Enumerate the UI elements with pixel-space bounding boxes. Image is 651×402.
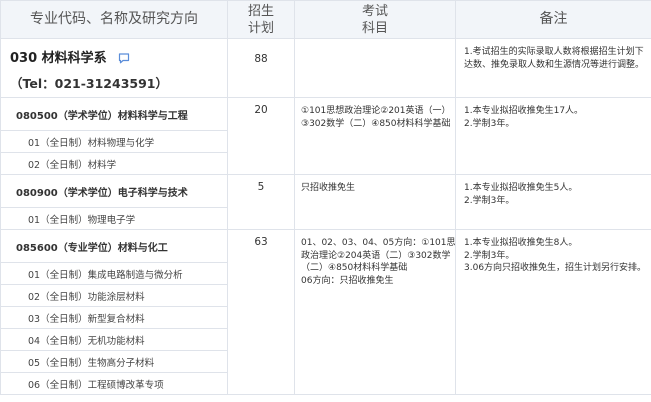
direction-item: 01（全日制）集成电路制造与微分析 [0,262,228,285]
major-notes: 1.本专业拟招收推免生17人。 2.学制3年。 [455,97,651,175]
header-exam-line2: 科目 [361,20,388,36]
major-exam: 01、02、03、04、05方向：①101思想 政治理论②204英语（二）③30… [294,229,456,395]
exam-line: 政治理论②204英语（二）③302数学 [301,250,451,261]
note-line: 3.06方向只招收推免生，招生计划另行安排。 [464,263,647,273]
major-quota: 5 [227,174,295,230]
major-quota: 20 [227,97,295,175]
header-major: 专业代码、名称及研究方向 [0,0,228,39]
note-line: 1.本专业拟招收推免生8人。 [464,238,578,248]
department-quota: 88 [227,38,295,98]
header-quota: 招生 计划 [227,0,295,39]
major-quota: 63 [227,229,295,395]
department-note-text: 1.考试招生的实际录取人数将根据招生计划下达数、推免录取人数和生源情况等进行调整… [464,47,645,70]
department-note: 1.考试招生的实际录取人数将根据招生计划下达数、推免录取人数和生源情况等进行调整… [455,38,651,98]
exam-line: ③302数学（二）④850材料科学基础 [301,118,451,129]
major-title: 085600（专业学位）材料与化工 [0,229,228,263]
direction-item: 02（全日制）功能涂层材料 [0,284,228,307]
major-row: 080900（学术学位）电子科学与技术 5 只招收推免生 1.本专业拟招收推免生… [0,174,651,230]
header-exam: 考试 科目 [294,0,456,39]
department-name: 030 材料科学系 [10,51,107,66]
department-tel: （Tel：021-31243591） [10,76,168,91]
note-line: 2.学制3年。 [464,250,515,261]
note-line: 2.学制3年。 [464,195,515,206]
exam-line: （二）④850材料科学基础 [301,263,408,273]
exam-line: 01、02、03、04、05方向：①101思想 [301,238,456,248]
major-row: 085600（专业学位）材料与化工 63 01、02、03、04、05方向：①1… [0,229,651,395]
direction-item: 05（全日制）生物高分子材料 [0,350,228,373]
major-exam: ①101思想政治理论②201英语（一） ③302数学（二）④850材料科学基础 [294,97,456,175]
admissions-table: 专业代码、名称及研究方向 招生 计划 考试 科目 备注 030 材料科学系 （T… [0,0,651,395]
department-exam [294,38,456,98]
direction-item: 01（全日制）物理电子学 [0,207,228,230]
direction-item: 03（全日制）新型复合材料 [0,306,228,329]
note-line: 1.本专业拟招收推免生5人。 [464,183,578,193]
header-row: 专业代码、名称及研究方向 招生 计划 考试 科目 备注 [0,0,651,39]
direction-item: 06（全日制）工程硕博改革专项 [0,372,228,395]
header-exam-line1: 考试 [361,3,388,19]
department-info: 030 材料科学系 （Tel：021-31243591） [0,38,228,98]
exam-line: ①101思想政治理论②201英语（一） [301,106,451,116]
major-row: 080500（学术学位）材料科学与工程 20 ①101思想政治理论②201英语（… [0,97,651,175]
note-line: 2.学制3年。 [464,118,515,129]
chat-bubble-icon[interactable] [118,49,130,68]
major-exam: 只招收推免生 [294,174,456,230]
exam-line: 06方向：只招收推免生 [301,275,394,286]
exam-line: 只招收推免生 [301,183,356,193]
direction-item: 01（全日制）材料物理与化学 [0,130,228,153]
major-notes: 1.本专业拟招收推免生5人。 2.学制3年。 [455,174,651,230]
header-notes: 备注 [455,0,651,39]
header-quota-line2: 计划 [247,20,274,36]
major-notes: 1.本专业拟招收推免生8人。 2.学制3年。 3.06方向只招收推免生，招生计划… [455,229,651,395]
note-line: 1.本专业拟招收推免生17人。 [464,106,584,116]
direction-item: 02（全日制）材料学 [0,152,228,175]
direction-item: 04（全日制）无机功能材料 [0,328,228,351]
major-title: 080500（学术学位）材料科学与工程 [0,97,228,131]
department-row: 030 材料科学系 （Tel：021-31243591） 88 1.考试招生的实… [0,38,651,98]
major-title: 080900（学术学位）电子科学与技术 [0,174,228,208]
header-quota-line1: 招生 [247,3,274,19]
